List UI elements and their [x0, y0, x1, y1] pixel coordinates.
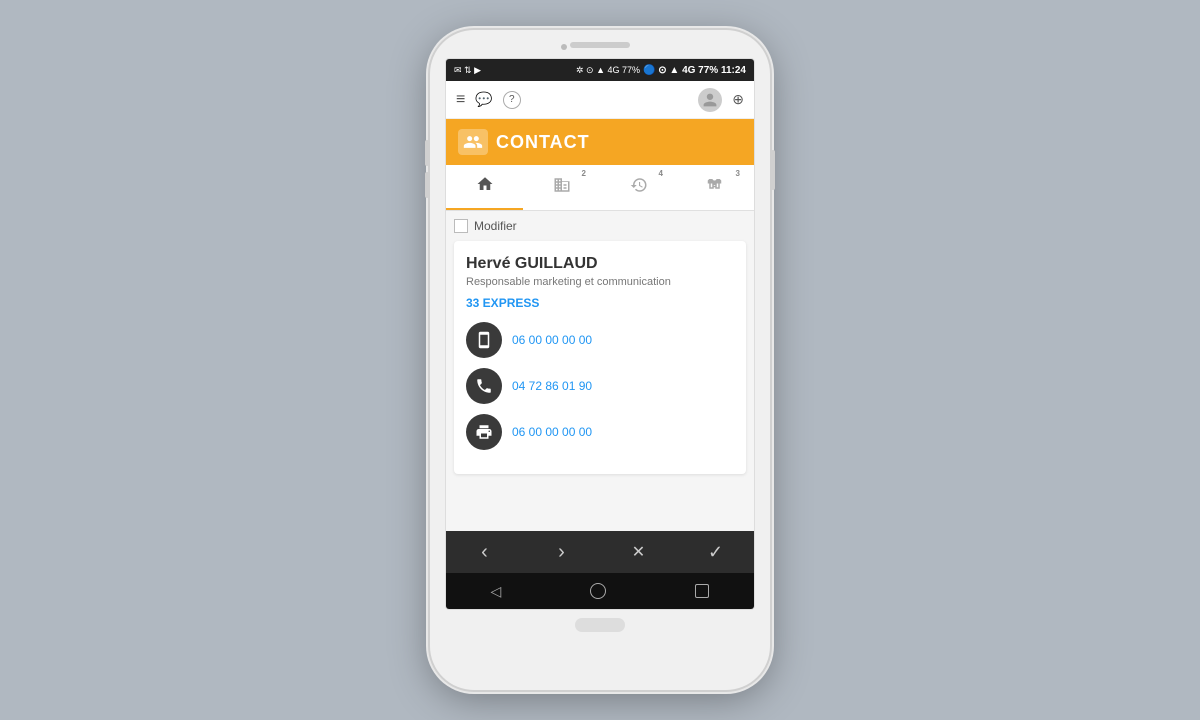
volume-down-button[interactable] — [425, 172, 429, 198]
bottom-action-bar: ‹ › ✕ ✓ — [446, 531, 754, 573]
tab-bar: 2 4 3 — [446, 165, 754, 211]
camera — [561, 44, 567, 50]
phone-shell: ✉ ⇅ ▶ ✲ ⊙ ▲ 4G 77% 🔵 ⊙ ▲ 4G 77% 11:24 ≡ … — [430, 30, 770, 690]
contact-header-icon — [458, 129, 488, 155]
home-button[interactable] — [575, 618, 625, 632]
phone-number-2[interactable]: 06 00 00 00 00 — [512, 425, 592, 439]
add-user-icon[interactable]: ⊕ — [732, 91, 744, 108]
phone-icon-circle[interactable] — [466, 368, 502, 404]
contact-last-name: GUILLAUD — [515, 255, 598, 272]
status-bar: ✉ ⇅ ▶ ✲ ⊙ ▲ 4G 77% 🔵 ⊙ ▲ 4G 77% 11:24 — [446, 59, 754, 81]
nav-home-button[interactable] — [590, 583, 606, 599]
contact-phone-row-2: 06 00 00 00 00 — [466, 414, 734, 450]
contact-name: Hervé GUILLAUD — [466, 255, 734, 273]
modifier-row: Modifier — [454, 219, 746, 233]
mobile-icon-circle[interactable] — [466, 322, 502, 358]
app-bar-right: ⊕ — [698, 88, 744, 112]
time: 🔵 ⊙ ▲ 4G 77% 11:24 — [643, 65, 746, 76]
menu-icon[interactable]: ≡ — [456, 91, 465, 109]
tab-history-badge: 4 — [659, 169, 663, 178]
fax-icon-circle[interactable] — [466, 414, 502, 450]
phone-number-0[interactable]: 06 00 00 00 00 — [512, 333, 592, 347]
tab-building[interactable]: 2 — [523, 165, 600, 210]
contact-card: Hervé GUILLAUD Responsable marketing et … — [454, 241, 746, 474]
tab-history[interactable]: 4 — [600, 165, 677, 210]
phone-number-1[interactable]: 04 72 86 01 90 — [512, 379, 592, 393]
history-icon — [630, 176, 648, 199]
modifier-checkbox[interactable] — [454, 219, 468, 233]
tab-home[interactable] — [446, 165, 523, 210]
main-content: Modifier Hervé GUILLAUD Responsable mark… — [446, 211, 754, 531]
modifier-label: Modifier — [474, 219, 517, 233]
contact-header-title: CONTACT — [496, 132, 590, 153]
contact-phone-row-1: 04 72 86 01 90 — [466, 368, 734, 404]
building-icon — [553, 176, 571, 199]
speaker — [570, 42, 630, 48]
back-button[interactable]: ‹ — [469, 536, 501, 568]
nav-recent-button[interactable] — [695, 584, 709, 598]
nav-back-button[interactable]: ◁ — [491, 583, 502, 600]
handshake-icon — [707, 176, 725, 199]
app-bar-left: ≡ 💬 ? — [456, 91, 521, 109]
phone-screen: ✉ ⇅ ▶ ✲ ⊙ ▲ 4G 77% 🔵 ⊙ ▲ 4G 77% 11:24 ≡ … — [445, 58, 755, 610]
forward-button[interactable]: › — [546, 536, 578, 568]
android-nav-bar: ◁ — [446, 573, 754, 609]
notification-icons: ✉ ⇅ ▶ — [454, 65, 481, 76]
home-icon — [476, 175, 494, 198]
volume-up-button[interactable] — [425, 140, 429, 166]
contact-first-name: Hervé — [466, 255, 515, 272]
tab-handshake[interactable]: 3 — [677, 165, 754, 210]
status-bar-left: ✉ ⇅ ▶ — [454, 65, 481, 76]
power-button[interactable] — [771, 150, 775, 190]
contact-company[interactable]: 33 EXPRESS — [466, 296, 734, 310]
confirm-button[interactable]: ✓ — [700, 536, 732, 568]
app-bar: ≡ 💬 ? ⊕ — [446, 81, 754, 119]
tab-building-badge: 2 — [582, 169, 586, 178]
contact-phone-row-0: 06 00 00 00 00 — [466, 322, 734, 358]
help-icon[interactable]: ? — [503, 91, 521, 109]
close-button[interactable]: ✕ — [623, 536, 655, 568]
contact-job-title: Responsable marketing et communication — [466, 276, 734, 288]
chat-icon[interactable]: 💬 — [475, 91, 492, 108]
avatar — [698, 88, 722, 112]
status-icons: ✲ ⊙ ▲ 4G 77% — [576, 65, 640, 76]
contact-header: CONTACT — [446, 119, 754, 165]
tab-handshake-badge: 3 — [736, 169, 740, 178]
status-bar-right: ✲ ⊙ ▲ 4G 77% 🔵 ⊙ ▲ 4G 77% 11:24 — [576, 65, 746, 76]
